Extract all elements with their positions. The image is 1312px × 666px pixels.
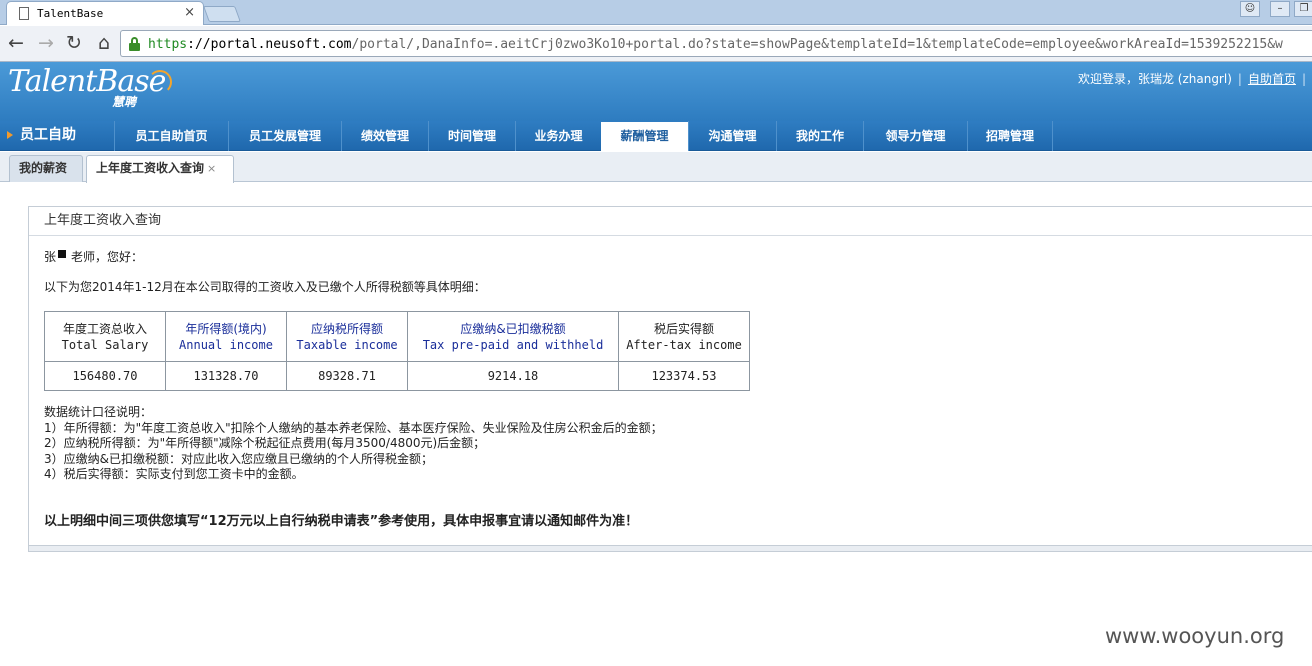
watermark: www.wooyun.org — [1105, 624, 1285, 648]
main-nav: 员工自助 员工自助首页 员工发展管理 绩效管理 时间管理 业务办理 薪酬管理 沟… — [0, 121, 1312, 151]
page-icon — [19, 7, 29, 20]
notes-block: 数据统计口径说明： 1）年所得额：为"年度工资总收入"扣除个人缴纳的基本养老保险… — [44, 405, 663, 483]
nav-item-performance[interactable]: 绩效管理 — [341, 121, 428, 151]
tab-last-year-income-label: 上年度工资收入查询 — [96, 161, 205, 175]
tab-my-salary-label: 我的薪资 — [19, 161, 68, 175]
lock-icon — [129, 37, 140, 51]
nav-item-recruiting[interactable]: 招聘管理 — [967, 121, 1053, 151]
intro-text: 以下为您2014年1-12月在本公司取得的工资收入及已缴个人所得税额等具体明细： — [44, 280, 486, 294]
logo-subtitle: 慧聘 — [112, 95, 137, 109]
note-item: 2）应纳税所得额：为"年所得额"减除个税起征点费用(每月3500/4800元)后… — [44, 436, 486, 450]
table-row: 156480.70 131328.70 89328.71 9214.18 123… — [44, 361, 750, 391]
browser-tabstrip: TalentBase × ☺ – ❐ — [0, 0, 1312, 25]
greeting: 张老师，您好： — [44, 248, 143, 265]
browser-tab-title: TalentBase — [37, 7, 104, 20]
nav-item-my-work[interactable]: 我的工作 — [776, 121, 863, 151]
value-annual-income: 131328.70 — [165, 361, 287, 391]
note-item: 1）年所得额：为"年度工资总收入"扣除个人缴纳的基本养老保险、基本医疗保险、失业… — [44, 420, 663, 435]
nav-item-communication[interactable]: 沟通管理 — [688, 121, 776, 151]
note-item: 4）税后实得额：实际支付到您工资卡中的金额。 — [44, 467, 304, 481]
nav-item-leadership[interactable]: 领导力管理 — [863, 121, 967, 151]
reload-icon[interactable]: ↻ — [62, 32, 86, 56]
close-tab-icon[interactable]: × — [207, 162, 216, 175]
user-icon[interactable]: ☺ — [1240, 1, 1260, 17]
back-arrow-icon[interactable]: ← — [4, 32, 28, 56]
income-panel: 上年度工资收入查询 张老师，您好： 以下为您2014年1-12月在本公司取得的工… — [28, 206, 1312, 552]
home-icon[interactable]: ⌂ — [92, 32, 116, 56]
browser-toolbar: ← → ↻ ⌂ https://portal.neusoft.com/porta… — [0, 26, 1312, 62]
notes-title: 数据统计口径说明： — [44, 405, 153, 419]
header-after-tax-income: 税后实得额 After-tax income — [618, 311, 750, 362]
value-total-salary: 156480.70 — [44, 361, 166, 391]
welcome-bar: 欢迎登录，张瑞龙 (zhangrl) | 自助首页 | — [1077, 72, 1306, 86]
nav-item-development[interactable]: 员工发展管理 — [228, 121, 341, 151]
tab-last-year-income[interactable]: 上年度工资收入查询 × — [86, 155, 234, 183]
header-total-salary: 年度工资总收入 Total Salary — [44, 311, 166, 362]
panel-title: 上年度工资收入查询 — [29, 207, 1312, 236]
nav-section-title: 员工自助 — [0, 121, 114, 151]
value-tax-withheld: 9214.18 — [407, 361, 619, 391]
nav-item-time[interactable]: 时间管理 — [428, 121, 515, 151]
greeting-text: 老师，您好： — [71, 250, 144, 264]
forward-arrow-icon[interactable]: → — [34, 32, 58, 56]
new-tab-button[interactable] — [203, 6, 241, 22]
important-note: 以上明细中间三项供您填写“12万元以上自行纳税申请表”参考使用，具体申报事宜请以… — [44, 514, 639, 529]
header-tax-withheld: 应缴纳&已扣缴税额 Tax pre-paid and withheld — [407, 311, 619, 362]
close-tab-icon[interactable]: × — [184, 5, 195, 20]
browser-tab[interactable]: TalentBase × — [6, 1, 204, 25]
portal-header: TalentBase 慧聘 欢迎登录，张瑞龙 (zhangrl) | 自助首页 | — [0, 62, 1312, 121]
url-text: https://portal.neusoft.com/portal/,DanaI… — [148, 37, 1283, 52]
triangle-right-icon — [7, 131, 13, 139]
value-taxable-income: 89328.71 — [286, 361, 408, 391]
greeting-name: 张 — [44, 250, 57, 264]
talentbase-logo: TalentBase — [8, 64, 166, 99]
logo-swoosh-icon — [148, 70, 172, 94]
value-after-tax-income: 123374.53 — [618, 361, 750, 391]
address-bar[interactable]: https://portal.neusoft.com/portal/,DanaI… — [120, 30, 1312, 57]
income-table: 年度工资总收入 Total Salary 年所得额(境内) Annual inc… — [44, 311, 750, 391]
nav-item-compensation[interactable]: 薪酬管理 — [601, 122, 688, 151]
nav-section-label: 员工自助 — [20, 127, 76, 143]
subtab-bar: 我的薪资 上年度工资收入查询 × — [0, 152, 1312, 183]
restore-button[interactable]: ❐ — [1294, 1, 1312, 17]
redaction-mark — [58, 250, 67, 258]
nav-item-employee-home[interactable]: 员工自助首页 — [114, 121, 228, 151]
welcome-text: 欢迎登录，张瑞龙 (zhangrl) — [1077, 72, 1232, 86]
tab-my-salary[interactable]: 我的薪资 — [9, 155, 83, 182]
header-annual-income: 年所得额(境内) Annual income — [165, 311, 287, 362]
minimize-button[interactable]: – — [1270, 1, 1290, 17]
note-item: 3）应缴纳&已扣缴税额：对应此收入您应缴且已缴纳的个人所得税金额； — [44, 451, 433, 466]
home-link[interactable]: 自助首页 — [1248, 72, 1296, 86]
nav-item-business[interactable]: 业务办理 — [515, 121, 601, 151]
panel-footer-bar — [29, 545, 1312, 551]
header-taxable-income: 应纳税所得额 Taxable income — [286, 311, 408, 362]
table-header-row: 年度工资总收入 Total Salary 年所得额(境内) Annual inc… — [44, 311, 750, 362]
